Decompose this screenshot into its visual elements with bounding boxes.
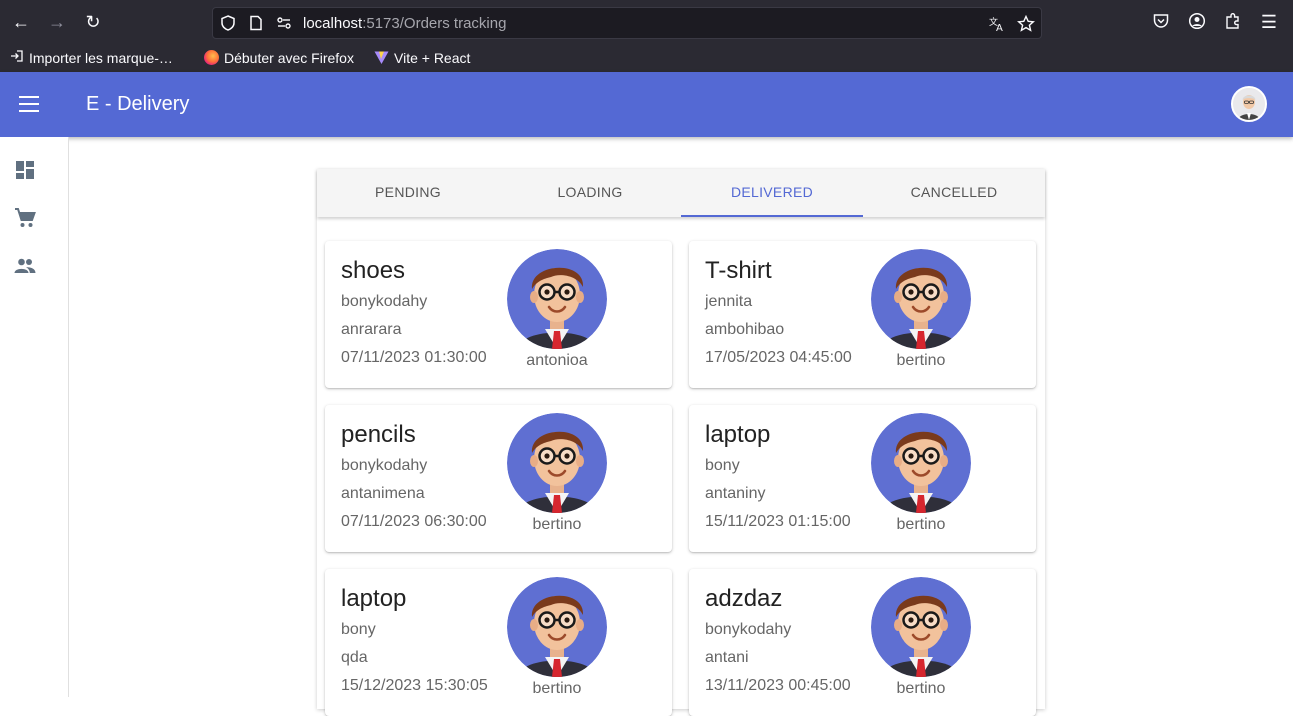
bookmark-firefox[interactable]: Débuter avec Firefox <box>204 49 354 67</box>
url-host: localhost <box>303 15 363 32</box>
order-datetime: 07/11/2023 06:30:00 <box>341 513 487 530</box>
bookmark-vite[interactable]: Vite + React <box>374 49 470 69</box>
order-product: adzdaz <box>705 585 783 612</box>
driver-name: bertino <box>532 680 582 697</box>
forward-icon[interactable]: → <box>47 12 67 32</box>
order-customer: bony <box>705 457 740 474</box>
firefox-icon <box>204 50 219 65</box>
order-product: laptop <box>341 585 407 612</box>
tab-delivered[interactable]: DELIVERED <box>681 169 863 217</box>
driver-avatar <box>871 413 971 513</box>
driver-avatar <box>507 249 607 349</box>
driver-avatar <box>507 413 607 513</box>
app-menu-icon[interactable]: ☰ <box>1259 12 1279 32</box>
order-customer: bonykodahy <box>705 621 792 638</box>
driver-avatar <box>871 249 971 349</box>
order-product: shoes <box>341 257 406 284</box>
order-address: qda <box>341 649 368 666</box>
shield-icon[interactable] <box>219 15 237 33</box>
order-card[interactable]: shoes bonykodahy anrarara 07/11/2023 01:… <box>325 241 672 388</box>
driver-avatar <box>871 577 971 677</box>
driver-name: antonioa <box>526 352 588 369</box>
user-avatar[interactable] <box>1231 86 1267 122</box>
order-datetime: 07/11/2023 01:30:00 <box>341 349 487 366</box>
driver-name: bertino <box>896 680 946 697</box>
status-tabs: PENDING LOADING DELIVERED CANCELLED <box>317 169 1045 217</box>
svg-text:A: A <box>996 23 1003 33</box>
translate-icon[interactable]: 文A <box>988 15 1006 34</box>
url-text[interactable]: localhost:5173/Orders tracking <box>303 15 506 33</box>
browser-toolbar: ← → ↻ localhost:5173/Orders tracking 文A <box>0 0 1293 72</box>
bookmark-import[interactable]: Importer les marque-… <box>10 49 173 67</box>
order-card[interactable]: T-shirt jennita ambohibao 17/05/2023 04:… <box>689 241 1036 388</box>
order-datetime: 15/12/2023 15:30:05 <box>341 677 488 694</box>
bookmark-star-icon[interactable] <box>1017 14 1035 33</box>
cart-icon[interactable] <box>14 207 36 229</box>
order-product: pencils <box>341 421 416 448</box>
order-customer: jennita <box>705 293 753 310</box>
back-icon[interactable]: ← <box>11 12 31 32</box>
order-customer: bonykodahy <box>341 457 428 474</box>
app-title: E - Delivery <box>86 93 190 115</box>
tab-pending[interactable]: PENDING <box>317 169 499 217</box>
reload-icon[interactable]: ↻ <box>83 12 103 32</box>
order-card[interactable]: laptop bony qda 15/12/2023 15:30:05 bert… <box>325 569 672 716</box>
driver-name: bertino <box>896 352 946 369</box>
url-path: :5173/Orders tracking <box>362 15 507 32</box>
account-icon[interactable] <box>1187 12 1207 32</box>
page-icon[interactable] <box>247 15 265 33</box>
bookmark-label: Importer les marque-… <box>29 50 173 66</box>
order-datetime: 15/11/2023 01:15:00 <box>705 513 851 530</box>
sidebar <box>0 137 69 697</box>
order-address: antaniny <box>705 485 766 502</box>
pocket-icon[interactable] <box>1151 12 1171 32</box>
active-tab-indicator <box>681 215 863 217</box>
order-address: antanimena <box>341 485 425 502</box>
navigation-row: ← → ↻ localhost:5173/Orders tracking 文A <box>0 0 1293 44</box>
hamburger-menu-icon[interactable] <box>19 96 39 112</box>
order-product: laptop <box>705 421 771 448</box>
order-card[interactable]: adzdaz bonykodahy antani 13/11/2023 00:4… <box>689 569 1036 716</box>
driver-name: bertino <box>532 516 582 533</box>
import-icon <box>10 49 25 67</box>
bookmark-label: Vite + React <box>394 50 471 66</box>
driver-name: bertino <box>896 516 946 533</box>
permissions-icon[interactable] <box>275 15 293 33</box>
bookmark-label: Débuter avec Firefox <box>224 50 354 66</box>
extensions-icon[interactable] <box>1223 12 1243 32</box>
order-datetime: 17/05/2023 04:45:00 <box>705 349 852 366</box>
dashboard-icon[interactable] <box>14 159 36 181</box>
order-address: antani <box>705 649 749 666</box>
order-customer: bonykodahy <box>341 293 428 310</box>
vite-icon <box>374 50 389 69</box>
order-address: anrarara <box>341 321 402 338</box>
order-card[interactable]: laptop bony antaniny 15/11/2023 01:15:00 <box>689 405 1036 552</box>
order-customer: bony <box>341 621 376 638</box>
order-datetime: 13/11/2023 00:45:00 <box>705 677 851 694</box>
app-bar: E - Delivery <box>0 72 1293 137</box>
orders-panel: PENDING LOADING DELIVERED CANCELLED shoe… <box>317 169 1045 716</box>
order-card[interactable]: pencils bonykodahy antanimena 07/11/2023… <box>325 405 672 552</box>
bookmarks-toolbar: Importer les marque-… Débuter avec Firef… <box>0 44 1293 72</box>
people-icon[interactable] <box>14 255 36 277</box>
order-product: T-shirt <box>705 257 772 284</box>
tab-cancelled[interactable]: CANCELLED <box>863 169 1045 217</box>
driver-avatar <box>507 577 607 677</box>
tab-loading[interactable]: LOADING <box>499 169 681 217</box>
order-address: ambohibao <box>705 321 785 338</box>
url-bar[interactable]: localhost:5173/Orders tracking 文A <box>212 7 1042 39</box>
